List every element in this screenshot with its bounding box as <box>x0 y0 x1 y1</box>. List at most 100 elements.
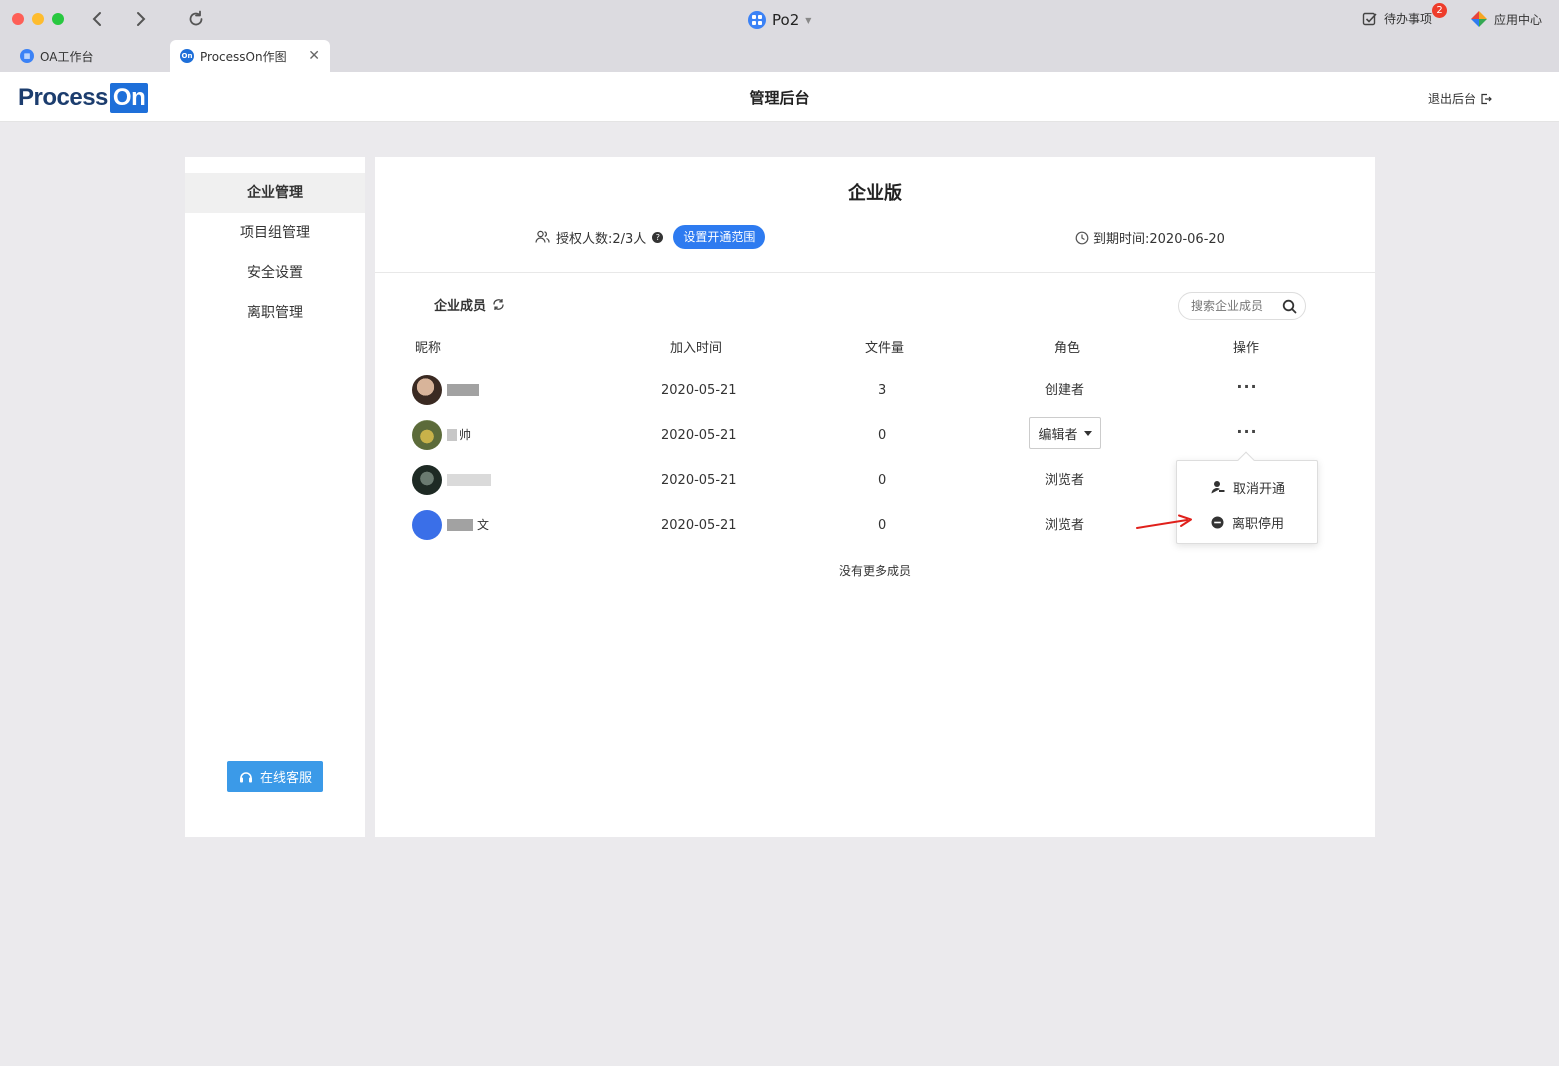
file-count: 0 <box>878 473 887 488</box>
close-icon[interactable]: ✕ <box>308 48 320 64</box>
file-count: 0 <box>878 428 887 443</box>
todo-count-badge: 2 <box>1432 3 1447 18</box>
close-window-button[interactable] <box>12 13 24 25</box>
tab-bar: ▦ OA工作台 On ProcessOn作图 ✕ <box>0 40 1559 72</box>
app-header: Process On 管理后台 退出后台 <box>0 72 1559 122</box>
nickname-redacted <box>447 474 491 486</box>
menu-item-resign-disable[interactable]: 离职停用 <box>1211 512 1284 532</box>
tab-processon[interactable]: On ProcessOn作图 ✕ <box>170 40 330 72</box>
exit-icon <box>1481 93 1492 104</box>
divider <box>375 272 1375 273</box>
expiry-info: 到期时间:2020-06-20 <box>1075 228 1225 247</box>
headset-icon <box>239 771 252 782</box>
todo-label: 待办事项 <box>1384 12 1433 26</box>
sidebar-item-enterprise[interactable]: 企业管理 <box>185 173 365 213</box>
sidebar-item-security[interactable]: 安全设置 <box>185 253 365 293</box>
column-header-role: 角色 <box>1054 341 1081 356</box>
help-icon[interactable]: ? <box>652 231 664 243</box>
menu-item-cancel-access[interactable]: 取消开通 <box>1211 477 1285 497</box>
member-actions-menu: 取消开通 离职停用 <box>1176 451 1318 544</box>
more-actions-button[interactable]: ··· <box>1235 413 1259 458</box>
members-title: 企业成员 <box>434 299 487 314</box>
avatar <box>412 510 442 540</box>
logout-label: 退出后台 <box>1428 92 1477 106</box>
app-title: Po2 <box>772 11 800 29</box>
refresh-icon[interactable] <box>492 298 505 311</box>
window-titlebar: Po2 ▼ 待办事项 2 应用中心 <box>0 0 1559 40</box>
users-icon <box>535 230 550 243</box>
tab-oa[interactable]: ▦ OA工作台 <box>10 40 170 72</box>
edition-title: 企业版 <box>848 183 902 204</box>
support-label: 在线客服 <box>259 771 312 786</box>
file-count: 0 <box>878 518 887 533</box>
menu-item-label: 取消开通 <box>1233 481 1286 497</box>
caret-down-icon: ▼ <box>805 15 812 25</box>
caret-down-icon <box>1083 430 1092 436</box>
user-remove-icon <box>1211 481 1225 494</box>
annotation-arrow-icon <box>1136 514 1192 529</box>
expiry-label: 到期时间:2020-06-20 <box>1093 232 1225 247</box>
more-actions-button[interactable]: ··· <box>1235 368 1259 413</box>
nickname: 帅 <box>459 428 472 442</box>
join-date: 2020-05-21 <box>661 473 737 488</box>
sidebar: 企业管理 项目组管理 安全设置 离职管理 在线客服 <box>185 157 365 837</box>
role-label: 浏览者 <box>1045 518 1085 533</box>
grid-icon: ▦ <box>20 49 34 63</box>
minus-circle-icon <box>1211 516 1224 528</box>
role-select[interactable]: 编辑者 <box>1029 417 1101 449</box>
set-range-button[interactable]: 设置开通范围 <box>673 225 766 249</box>
forward-button[interactable] <box>130 9 150 29</box>
app-switcher[interactable]: Po2 ▼ <box>748 9 811 31</box>
no-more-members: 没有更多成员 <box>838 564 911 578</box>
checkbox-icon <box>1362 12 1377 25</box>
file-count: 3 <box>878 383 887 398</box>
sidebar-item-resignation[interactable]: 离职管理 <box>185 293 365 333</box>
join-date: 2020-05-21 <box>661 428 737 443</box>
role-select-value: 编辑者 <box>1038 427 1078 443</box>
members-section-title: 企业成员 <box>434 295 505 314</box>
nickname-redacted <box>447 384 479 396</box>
nickname-redacted <box>447 429 457 441</box>
chevron-left-icon <box>92 12 101 26</box>
column-header-join-date: 加入时间 <box>670 341 723 356</box>
avatar <box>412 465 442 495</box>
table-row: 帅 2020-05-21 0 编辑者 ··· <box>375 413 1375 458</box>
page-title: 管理后台 <box>749 89 810 107</box>
avatar <box>412 420 442 450</box>
join-date: 2020-05-21 <box>661 383 737 398</box>
sidebar-item-project-groups[interactable]: 项目组管理 <box>185 213 365 253</box>
chevron-right-icon <box>137 12 146 26</box>
back-button[interactable] <box>88 9 108 29</box>
column-header-actions: 操作 <box>1233 341 1260 356</box>
authorization-info: 授权人数:2/3人 ? 设置开通范围 <box>535 225 766 249</box>
online-support-button[interactable]: 在线客服 <box>227 761 323 792</box>
app-center-label: 应用中心 <box>1494 12 1543 27</box>
join-date: 2020-05-21 <box>661 518 737 533</box>
search-input[interactable] <box>1191 299 1281 313</box>
table-row: 2020-05-21 3 创建者 ··· <box>375 368 1375 413</box>
avatar <box>412 375 442 405</box>
app-grid-icon <box>748 11 766 29</box>
minimize-window-button[interactable] <box>32 13 44 25</box>
todo-button[interactable]: 待办事项 <box>1362 10 1432 27</box>
nickname-redacted <box>447 519 473 531</box>
clock-icon <box>1075 231 1089 244</box>
column-header-files: 文件量 <box>865 341 905 356</box>
menu-item-label: 离职停用 <box>1232 516 1285 532</box>
reload-button[interactable] <box>186 9 206 29</box>
role-label: 创建者 <box>1045 383 1085 398</box>
search-icon[interactable] <box>1282 299 1297 314</box>
auth-count-label: 授权人数:2/3人 <box>556 231 647 247</box>
tab-label: ProcessOn作图 <box>200 49 287 64</box>
logout-button[interactable]: 退出后台 <box>1428 90 1492 107</box>
tab-label: OA工作台 <box>40 49 94 64</box>
column-header-nickname: 昵称 <box>415 341 442 356</box>
maximize-window-button[interactable] <box>52 13 64 25</box>
processon-icon: On <box>180 49 194 63</box>
role-label: 浏览者 <box>1045 473 1085 488</box>
reload-icon <box>189 10 203 26</box>
member-search[interactable] <box>1178 292 1306 320</box>
nickname: 文 <box>477 518 490 532</box>
app-center-button[interactable]: 应用中心 <box>1470 10 1542 28</box>
app-center-icon <box>1471 11 1487 27</box>
